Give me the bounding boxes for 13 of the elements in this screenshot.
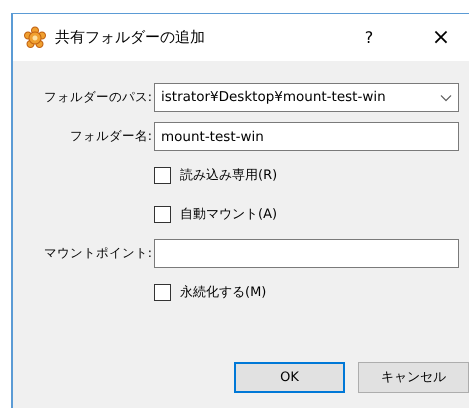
checkbox-label: 永続化する(M) [180,284,266,302]
help-button[interactable]: ? [359,26,379,50]
path-dropdown[interactable]: istrator¥Desktop¥mount-test-win [154,83,459,112]
field-label: マウントポイント: [42,244,153,262]
checkbox-label: 読み込み専用(R) [180,166,278,185]
checkbox-label: 自動マウント(A) [180,206,278,224]
cancel-button[interactable]: キャンセル [358,362,469,393]
ok-button[interactable]: OK [234,362,345,393]
text-field[interactable]: mount-test-win [154,122,459,151]
field-label: フォルダーのパス: [42,88,153,106]
field-label: フォルダー名: [68,127,153,146]
window-title: 共有フォルダーの追加 [55,27,205,48]
close-button[interactable]: × [429,26,453,48]
